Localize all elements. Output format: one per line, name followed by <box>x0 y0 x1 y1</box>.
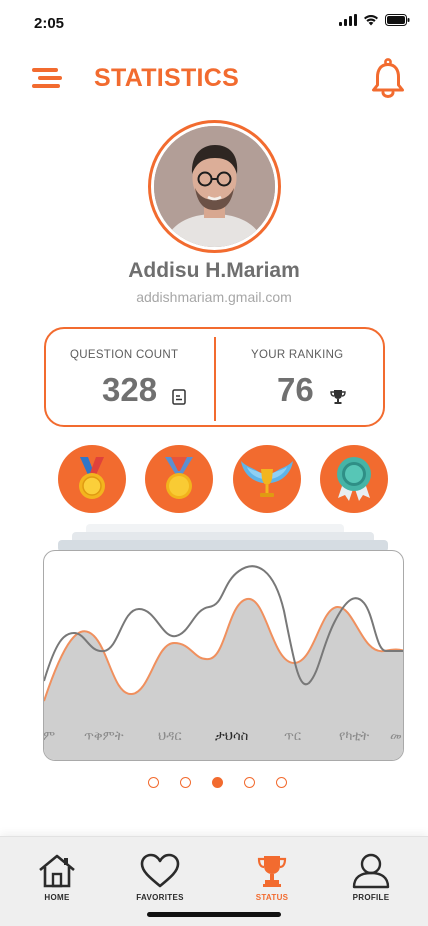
nav-profile[interactable]: PROFILE <box>335 853 407 913</box>
status-bar: 2:05 <box>0 0 428 46</box>
activity-chart[interactable]: ም ጥቅምት ህዳር ታህሳስ ጥር የካቲት መ <box>43 550 404 761</box>
chart-day-label[interactable]: ጥር <box>284 729 301 744</box>
nav-status[interactable]: STATUS <box>236 853 308 913</box>
ranking-value: 76 <box>277 371 314 408</box>
user-icon <box>352 853 390 889</box>
pagination-dot[interactable] <box>244 777 255 788</box>
wifi-icon <box>364 15 378 26</box>
status-time: 2:05 <box>34 15 65 32</box>
nav-profile-label: PROFILE <box>352 893 390 902</box>
heart-icon <box>140 853 180 888</box>
gold-medal-icon <box>79 457 105 499</box>
gold-medal-ribbon-icon <box>165 457 193 499</box>
signal-icon <box>339 14 357 26</box>
avatar[interactable] <box>148 120 281 253</box>
badge-gold-medal[interactable] <box>58 445 126 513</box>
bell-icon[interactable] <box>370 58 406 98</box>
pagination-dot[interactable] <box>180 777 191 788</box>
pagination-dots <box>148 777 288 789</box>
nav-favorites[interactable]: FAVORITES <box>124 853 196 913</box>
badge-rosette[interactable] <box>320 445 388 513</box>
chart-day-label[interactable]: ም <box>44 729 55 744</box>
chart-day-label[interactable]: መ <box>390 729 402 744</box>
stats-card: QUESTION COUNT 328 YOUR RANKING 76 <box>44 327 385 427</box>
chart-day-label[interactable]: ጥቅምት <box>84 729 124 744</box>
nav-home[interactable]: HOME <box>21 853 93 913</box>
trophy-icon <box>257 856 287 887</box>
document-icon <box>172 389 186 405</box>
pagination-dot-active[interactable] <box>212 777 223 788</box>
pagination-dot[interactable] <box>148 777 159 788</box>
user-name: Addisu H.Mariam <box>128 259 300 282</box>
header: STATISTICS <box>0 56 428 104</box>
ranking-label: YOUR RANKING <box>251 349 344 361</box>
question-count-value: 328 <box>102 371 158 408</box>
menu-icon[interactable] <box>30 66 64 90</box>
home-icon <box>39 854 75 888</box>
badge-winged-trophy[interactable] <box>233 445 301 513</box>
nav-status-label: STATUS <box>255 893 289 902</box>
chart-day-label[interactable]: የካቲት <box>339 729 369 744</box>
avatar-photo <box>154 126 275 247</box>
winged-trophy-icon <box>241 461 293 497</box>
battery-icon <box>385 14 410 26</box>
nav-favorites-label: FAVORITES <box>136 893 184 902</box>
badges-row <box>58 445 388 515</box>
nav-home-label: HOME <box>44 893 70 902</box>
chart-day-label[interactable]: ህዳር <box>158 729 182 744</box>
badge-gold-medal-ribbon[interactable] <box>145 445 213 513</box>
trophy-icon <box>330 390 346 404</box>
home-indicator <box>147 912 281 917</box>
person-photo <box>154 126 275 247</box>
rosette-award-icon <box>337 457 371 501</box>
question-count-label: QUESTION COUNT <box>70 349 179 361</box>
user-email: addishmariam.gmail.com <box>136 289 292 305</box>
stats-divider <box>214 337 216 421</box>
chart-day-label-active[interactable]: ታህሳስ <box>215 729 248 744</box>
status-icons <box>339 14 410 26</box>
pagination-dot[interactable] <box>276 777 287 788</box>
page-title: STATISTICS <box>94 64 240 92</box>
